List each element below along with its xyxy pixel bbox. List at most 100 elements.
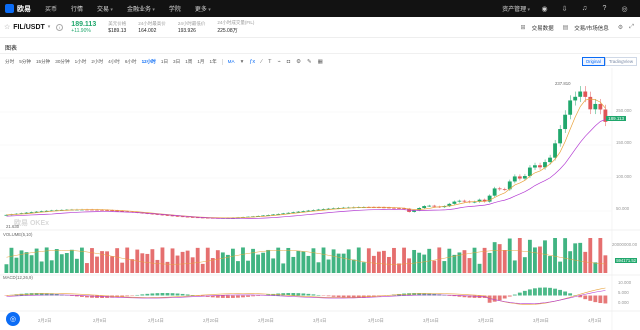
candlestick-chart[interactable]: 欧易 OKEx 237.810 21.630 189.113 250.000 1…	[0, 68, 640, 330]
timeframe-tab[interactable]: 6小时	[125, 59, 137, 65]
camera-icon[interactable]: ◘	[287, 59, 290, 65]
volume-bar	[422, 254, 427, 273]
fullscreen-icon[interactable]: ⤢	[629, 24, 634, 31]
logo[interactable]: 欧易	[5, 4, 31, 14]
macd-bar	[598, 295, 603, 304]
timeframe-tab[interactable]: 1年	[210, 59, 217, 65]
volume-bar	[64, 253, 69, 273]
candle-body	[568, 100, 573, 115]
user-icon[interactable]: ◉	[540, 4, 549, 13]
volume-bar	[115, 248, 120, 273]
timeframe-tab[interactable]: 5分钟	[19, 59, 31, 65]
timeframe-tab[interactable]: 分时	[5, 59, 14, 65]
macd-bar	[558, 289, 562, 296]
macd-bar	[593, 295, 598, 303]
timeframe-tab[interactable]: 1日	[161, 59, 168, 65]
bell-icon[interactable]: ♫	[580, 4, 589, 13]
volume-bar	[321, 247, 326, 273]
download-icon[interactable]: ⇩	[560, 4, 569, 13]
candle-body	[502, 189, 507, 191]
volume-bar	[291, 256, 296, 273]
last-price-block: 189.113 +11.90%	[71, 21, 96, 34]
question-icon[interactable]: ?	[600, 4, 609, 13]
macd-bar	[527, 289, 532, 296]
macd-bar	[331, 295, 336, 297]
volume-bar	[44, 247, 49, 273]
timeframe-tab[interactable]: 15分钟	[36, 59, 50, 65]
globe-icon[interactable]: ◎	[620, 4, 629, 13]
timeframe-tab[interactable]: 3日	[173, 59, 180, 65]
candle-body	[452, 201, 457, 204]
volume-bar	[205, 247, 210, 273]
volume-bar	[346, 249, 351, 273]
macd-bar	[522, 290, 527, 296]
volume-bar	[200, 263, 205, 273]
settings-icon[interactable]: ⚙	[618, 24, 623, 31]
time-axis-label: 4月3日	[588, 318, 602, 323]
nav-item-assets[interactable]: 资产管理	[502, 4, 530, 13]
text-icon[interactable]: T	[268, 59, 271, 65]
view-original-button[interactable]: Original	[581, 57, 605, 66]
info-icon[interactable]: i	[56, 23, 64, 31]
timeframe-tab[interactable]: 2小时	[91, 59, 103, 65]
volume-bar	[49, 260, 54, 273]
candle-body	[432, 205, 437, 207]
timeframe-tab-active[interactable]: 12小时	[142, 59, 156, 65]
chevron-down-icon[interactable]: ▾	[241, 59, 244, 65]
time-axis-label: 2月2日	[38, 318, 52, 323]
time-axis-label: 2月20日	[203, 318, 219, 323]
chevron-down-icon[interactable]: ▾	[48, 24, 51, 30]
macd-axis-label: 5.000	[618, 290, 629, 295]
macd-bar	[160, 293, 165, 296]
view-tradingview-button[interactable]: TradingView	[604, 57, 637, 66]
timeframe-tab[interactable]: 1周	[185, 59, 192, 65]
indicator-select[interactable]: MA	[228, 59, 235, 64]
settings-icon[interactable]: ⚙	[296, 59, 301, 65]
volume-bar	[517, 238, 522, 273]
price-axis-label: 50.000	[616, 206, 630, 211]
candle-body	[522, 176, 527, 179]
candle-body	[583, 91, 588, 97]
trade-info-link[interactable]: 交易/市场信息	[574, 24, 609, 32]
volume-bar	[543, 240, 547, 273]
macd-bar	[225, 295, 230, 298]
nav-item-finance[interactable]: 金融业务	[127, 4, 155, 13]
volume-bar	[376, 251, 381, 273]
candle-body	[578, 91, 583, 97]
pair-name[interactable]: FIL/USDT	[13, 24, 45, 31]
indicator-icon[interactable]: ƒx	[249, 59, 255, 65]
nav-item-trade[interactable]: 交易	[97, 4, 113, 13]
volume-bar	[553, 238, 557, 273]
macd-bar	[246, 295, 250, 297]
timeframe-tab[interactable]: 4小时	[108, 59, 120, 65]
draw-line-icon[interactable]: ∕	[261, 59, 262, 65]
high-price-marker: 237.810	[555, 81, 571, 86]
help-button[interactable]: ◎	[6, 312, 20, 326]
timeframe-tab[interactable]: 1小时	[75, 59, 87, 65]
link-icon[interactable]: ⌁	[277, 59, 280, 65]
favorite-star-icon[interactable]: ☆	[4, 23, 10, 31]
candle-body	[548, 157, 552, 163]
timeframe-tab[interactable]: 30分钟	[55, 59, 69, 65]
volume-value-tag: 594171.52	[615, 258, 637, 263]
stat-24h-volume: 24小时成交量(FIL) 225.08万	[217, 20, 254, 34]
brush-icon[interactable]: ✎	[307, 59, 312, 65]
macd-bar	[175, 293, 180, 296]
macd-bar	[553, 288, 557, 296]
volume-bar	[522, 257, 527, 273]
volume-bar	[412, 249, 417, 273]
nav-item-buy[interactable]: 买币	[45, 4, 57, 13]
price-axis-label: 250.000	[616, 108, 632, 113]
chart-canvas[interactable]	[0, 68, 640, 330]
volume-bar	[356, 247, 361, 273]
macd-bar	[180, 293, 185, 296]
nav-item-more[interactable]: 更多	[195, 4, 211, 13]
stat-label: 美元价格	[108, 20, 127, 26]
trade-data-link[interactable]: 交易数据	[532, 24, 554, 32]
volume-bar	[492, 242, 497, 273]
grid-icon[interactable]: ▦	[318, 59, 323, 65]
timeframe-tab[interactable]: 1月	[197, 59, 204, 65]
nav-item-academy[interactable]: 学院	[169, 4, 181, 13]
nav-item-markets[interactable]: 行情	[71, 4, 83, 13]
volume-bar	[215, 250, 220, 273]
